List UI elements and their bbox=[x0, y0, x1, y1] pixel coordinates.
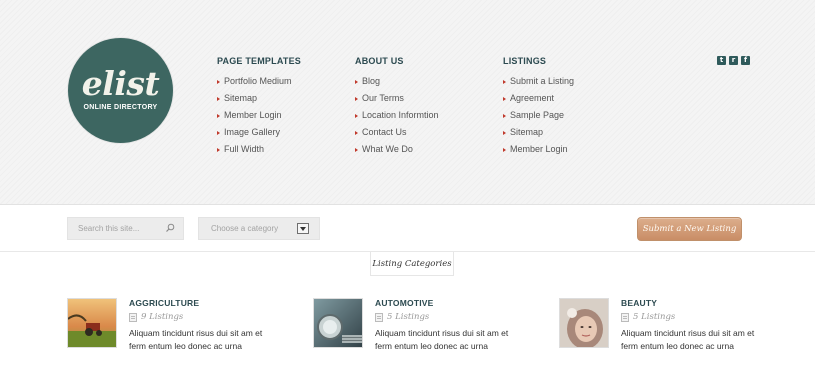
menu-about-us: ABOUT US Blog Our Terms Location Informt… bbox=[355, 56, 495, 158]
logo-word: elist bbox=[81, 64, 160, 103]
listing-count: 5 Listings bbox=[621, 312, 675, 322]
category-card: AUTOMOTIVE 5 Listings Aliquam tincidunt … bbox=[313, 298, 513, 358]
category-card: AGGRICULTURE 9 Listings Aliquam tincidun… bbox=[67, 298, 267, 358]
social-links: t r f bbox=[717, 56, 750, 65]
submit-listing-button[interactable]: Submit a New Listing bbox=[637, 217, 742, 241]
menu-link[interactable]: Portfolio Medium bbox=[217, 73, 357, 90]
search-icon[interactable] bbox=[165, 223, 175, 233]
menu-link[interactable]: Member Login bbox=[217, 107, 357, 124]
menu-heading: ABOUT US bbox=[355, 56, 404, 66]
search-input[interactable] bbox=[68, 218, 168, 239]
chevron-down-icon[interactable] bbox=[297, 223, 309, 234]
category-description: Aliquam tincidunt risus dui sit am et fe… bbox=[129, 328, 263, 351]
menu-link[interactable]: Sample Page bbox=[503, 107, 643, 124]
listing-count-text: 5 Listings bbox=[633, 312, 676, 322]
listing-count-text: 9 Listings bbox=[141, 312, 184, 322]
menu-link[interactable]: Contact Us bbox=[355, 124, 495, 141]
category-thumbnail[interactable] bbox=[67, 298, 117, 348]
listing-categories-tab: Listing Categories bbox=[370, 252, 454, 276]
menu-link[interactable]: Location Informtion bbox=[355, 107, 495, 124]
category-name[interactable]: AUTOMOTIVE bbox=[375, 298, 434, 308]
menu-heading: LISTINGS bbox=[503, 56, 547, 66]
menu-link[interactable]: Agreement bbox=[503, 90, 643, 107]
document-icon bbox=[129, 312, 137, 322]
facebook-icon[interactable]: f bbox=[741, 56, 750, 65]
category-name[interactable]: BEAUTY bbox=[621, 298, 657, 308]
menu-listings: LISTINGS Submit a Listing Agreement Samp… bbox=[503, 56, 643, 158]
menu-link[interactable]: Blog bbox=[355, 73, 495, 90]
document-icon bbox=[375, 312, 383, 322]
twitter-icon[interactable]: t bbox=[717, 56, 726, 65]
logo-tagline: ONLINE DIRECTORY bbox=[83, 104, 158, 111]
site-logo[interactable]: elist ONLINE DIRECTORY bbox=[68, 38, 173, 143]
menu-link[interactable]: Image Gallery bbox=[217, 124, 357, 141]
document-icon bbox=[621, 312, 629, 322]
menu-page-templates: PAGE TEMPLATES Portfolio Medium Sitemap … bbox=[217, 56, 357, 158]
category-select[interactable]: Choose a category bbox=[198, 217, 320, 240]
rss-icon[interactable]: r bbox=[729, 56, 738, 65]
category-thumbnail[interactable] bbox=[559, 298, 609, 348]
category-name[interactable]: AGGRICULTURE bbox=[129, 298, 199, 308]
menu-link[interactable]: Sitemap bbox=[217, 90, 357, 107]
listing-count-text: 5 Listings bbox=[387, 312, 430, 322]
site-header: elist ONLINE DIRECTORY PAGE TEMPLATES Po… bbox=[0, 0, 815, 205]
category-description: Aliquam tincidunt risus dui sit am et fe… bbox=[375, 328, 509, 351]
search-bar: Choose a category Submit a New Listing bbox=[0, 206, 815, 252]
category-select-value: Choose a category bbox=[211, 224, 279, 233]
menu-link[interactable]: Our Terms bbox=[355, 90, 495, 107]
category-description: Aliquam tincidunt risus dui sit am et fe… bbox=[621, 328, 755, 351]
listing-count: 5 Listings bbox=[375, 312, 429, 322]
menu-link[interactable]: What We Do bbox=[355, 141, 495, 158]
menu-link[interactable]: Sitemap bbox=[503, 124, 643, 141]
category-thumbnail[interactable] bbox=[313, 298, 363, 348]
menu-link[interactable]: Full Width bbox=[217, 141, 357, 158]
menu-heading: PAGE TEMPLATES bbox=[217, 56, 301, 66]
category-card: BEAUTY 5 Listings Aliquam tincidunt risu… bbox=[559, 298, 759, 358]
menu-link[interactable]: Member Login bbox=[503, 141, 643, 158]
search-box bbox=[67, 217, 184, 240]
listing-count: 9 Listings bbox=[129, 312, 183, 322]
menu-link[interactable]: Submit a Listing bbox=[503, 73, 643, 90]
